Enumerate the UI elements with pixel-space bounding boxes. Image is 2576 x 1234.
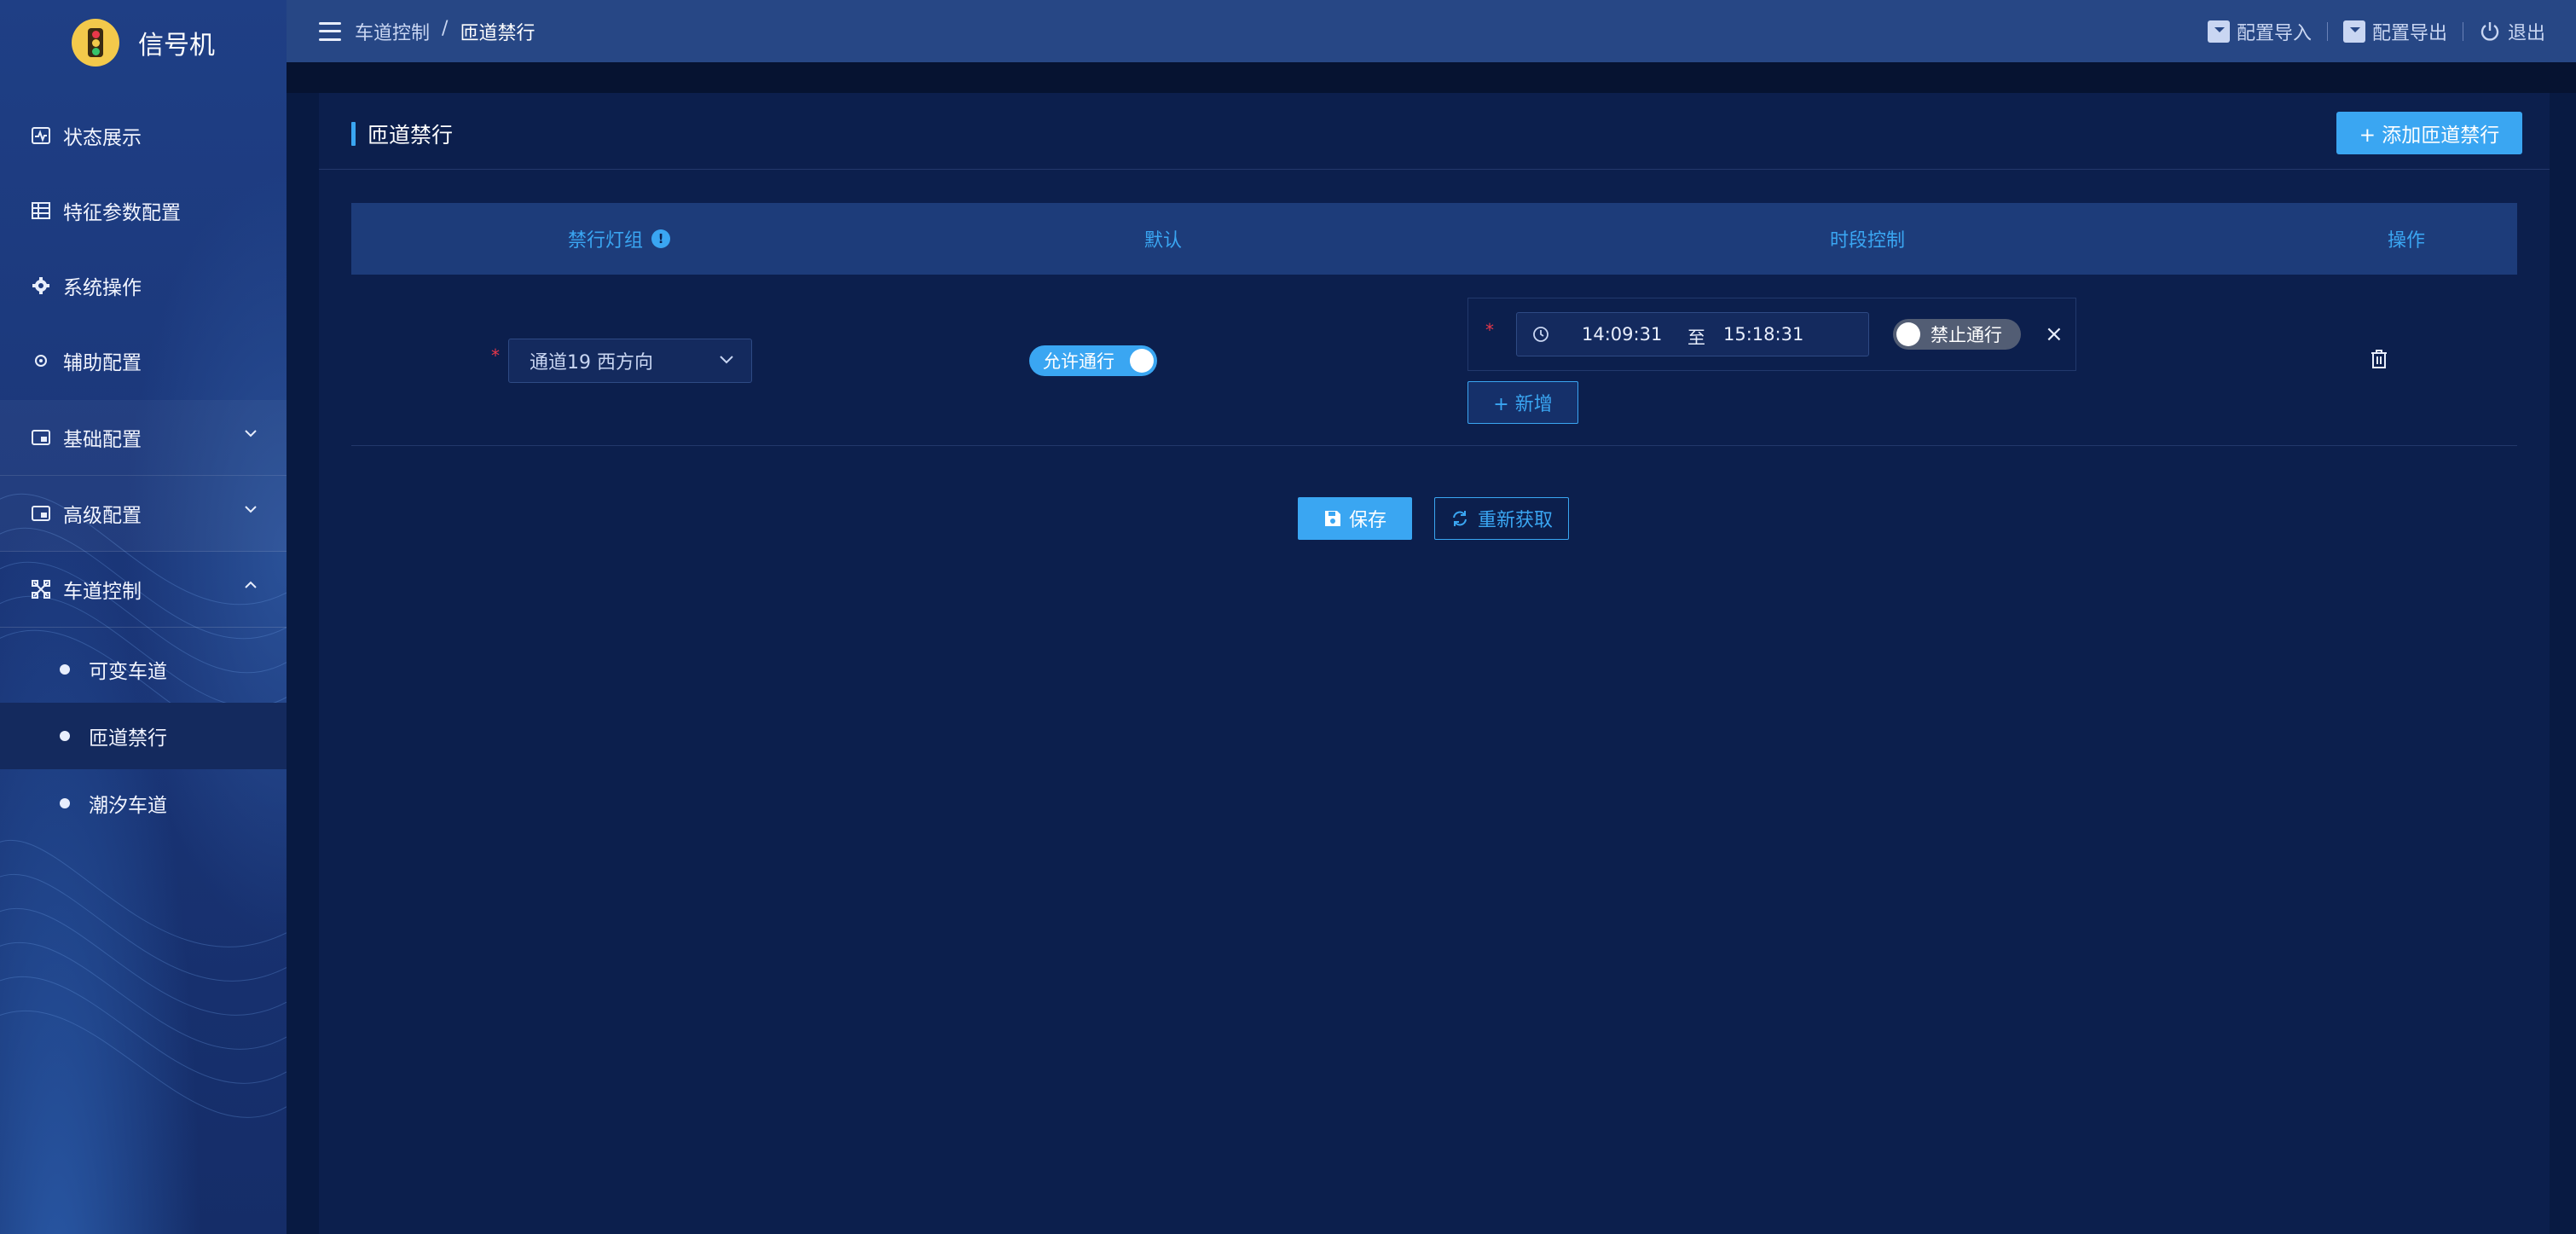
save-label: 保存 [1348,510,1386,531]
title-accent-bar [351,122,356,146]
sidebar-subitem-label: 潮汐车道 [89,795,167,817]
export-config-label: 配置导出 [2371,22,2447,44]
range-separator: 至 [1687,327,1705,348]
sidebar-item-label: 辅助配置 [63,352,142,374]
sidebar-subitem-ramp-ban[interactable]: 匝道禁行 [0,703,287,769]
app-title: 信号机 [138,31,215,61]
save-button[interactable]: 保存 [1298,497,1412,540]
toggle-knob [1896,322,1920,346]
export-config-button[interactable]: 配置导出 [2328,18,2463,45]
import-config-label: 配置导入 [2236,22,2312,44]
divider [351,445,2517,446]
default-toggle[interactable]: 允许通行 [1029,345,1157,376]
logout-button[interactable]: 退出 [2463,18,2561,45]
traffic-light-icon [72,19,119,67]
chevron-down-icon [720,356,733,364]
close-icon[interactable]: × [2045,322,2064,347]
table-icon [31,200,51,221]
chevron-up-icon [245,581,257,588]
period-toggle[interactable]: 禁止通行 [1893,319,2021,350]
default-toggle-label: 允许通行 [1043,351,1114,372]
breadcrumb: 车道控制 / 匝道禁行 [355,18,535,45]
chevron-down-icon [245,506,257,513]
power-icon [2480,21,2499,41]
divider [0,627,287,628]
top-bar: 车道控制 / 匝道禁行 配置导入 配置导出 退出 [287,0,2576,62]
sidebar-item-label: 基础配置 [63,429,142,451]
refresh-icon [1452,511,1467,526]
app-logo: 信号机 [0,0,287,85]
panel-title-text: 匝道禁行 [368,123,454,148]
required-mark: * [491,345,500,366]
column-header-default: 默认 [1143,230,1182,252]
sidebar-item-aux-config[interactable]: 辅助配置 [0,323,287,398]
info-icon[interactable]: ! [651,229,670,248]
sidebar-item-feature-params[interactable]: 特征参数配置 [0,173,287,248]
cog-small-icon [31,351,51,371]
panel-title: 匝道禁行 [351,119,453,149]
required-mark: * [1485,320,1494,340]
sidebar-subitem-tidal-lane[interactable]: 潮汐车道 [0,770,287,837]
gear-icon [31,275,51,296]
clock-icon [1533,327,1548,342]
period-toggle-label: 禁止通行 [1931,325,2002,345]
column-header-label: 禁行灯组 [567,230,643,252]
main-panel: 匝道禁行 + 添加匝道禁行 禁行灯组 ! 默认 时段控制 操作 * 通道19 西… [319,93,2550,1234]
config-icon [31,427,51,448]
breadcrumb-separator: / [442,17,449,39]
bullet-icon [60,664,70,675]
trash-icon[interactable] [2370,349,2388,369]
refresh-button[interactable]: 重新获取 [1434,497,1569,540]
refresh-label: 重新获取 [1477,510,1553,531]
sidebar-item-label: 高级配置 [63,505,142,527]
column-header-actions: 操作 [2387,230,2425,252]
sidebar-subitem-label: 可变车道 [89,661,167,683]
light-group-select[interactable]: 通道19 西方向 [508,339,752,383]
menu-toggle-icon[interactable] [319,21,341,41]
content-gutter [287,93,319,1234]
lanes-icon [31,579,51,600]
sidebar-item-lane-control[interactable]: 车道控制 [0,552,287,627]
sidebar-item-advanced-config[interactable]: 高级配置 [0,476,287,551]
column-header-period: 时段控制 [1829,230,1905,252]
sidebar-item-label: 车道控制 [63,581,142,603]
breadcrumb-item[interactable]: 车道控制 [355,18,430,45]
file-download-icon [2207,20,2230,43]
sidebar: 信号机 状态展示 特征参数配置 系统操作 辅助配置 基础配置 高级配置 车道控制… [0,0,287,1234]
config-icon [31,503,51,524]
sidebar-item-label: 特征参数配置 [63,202,181,224]
time-range-picker[interactable]: 14:09:31 至 15:18:31 [1516,312,1869,356]
import-config-button[interactable]: 配置导入 [2192,18,2327,45]
file-export-icon [2342,20,2365,43]
light-group-value: 通道19 西方向 [530,352,653,374]
top-actions: 配置导入 配置导出 退出 [2192,0,2561,62]
divider [319,169,2550,170]
pulse-icon [31,125,51,146]
table-header: 禁行灯组 ! 默认 时段控制 操作 [351,203,2517,275]
save-icon [1324,511,1340,526]
sidebar-subitem-label: 匝道禁行 [89,727,167,750]
content-gutter [2550,93,2576,1234]
add-ramp-ban-button[interactable]: + 添加匝道禁行 [2336,112,2522,154]
app-root: 信号机 状态展示 特征参数配置 系统操作 辅助配置 基础配置 高级配置 车道控制… [0,0,2576,1234]
toggle-knob [1130,349,1154,373]
sidebar-item-basic-config[interactable]: 基础配置 [0,400,287,475]
sidebar-item-status[interactable]: 状态展示 [0,98,287,173]
sidebar-item-label: 状态展示 [63,127,142,149]
start-time[interactable]: 14:09:31 [1582,324,1662,345]
sidebar-item-label: 系统操作 [63,277,142,299]
bullet-icon [60,731,70,741]
chevron-down-icon [245,430,257,437]
sidebar-item-system-ops[interactable]: 系统操作 [0,248,287,323]
header-spacer [287,62,2576,93]
bullet-icon [60,798,70,808]
end-time[interactable]: 15:18:31 [1723,324,1803,345]
logout-label: 退出 [2507,22,2545,44]
sidebar-subitem-variable-lane[interactable]: 可变车道 [0,636,287,703]
column-header-light-group: 禁行灯组 ! [351,203,887,275]
breadcrumb-current: 匝道禁行 [460,22,535,44]
add-period-button[interactable]: + 新增 [1467,381,1578,424]
